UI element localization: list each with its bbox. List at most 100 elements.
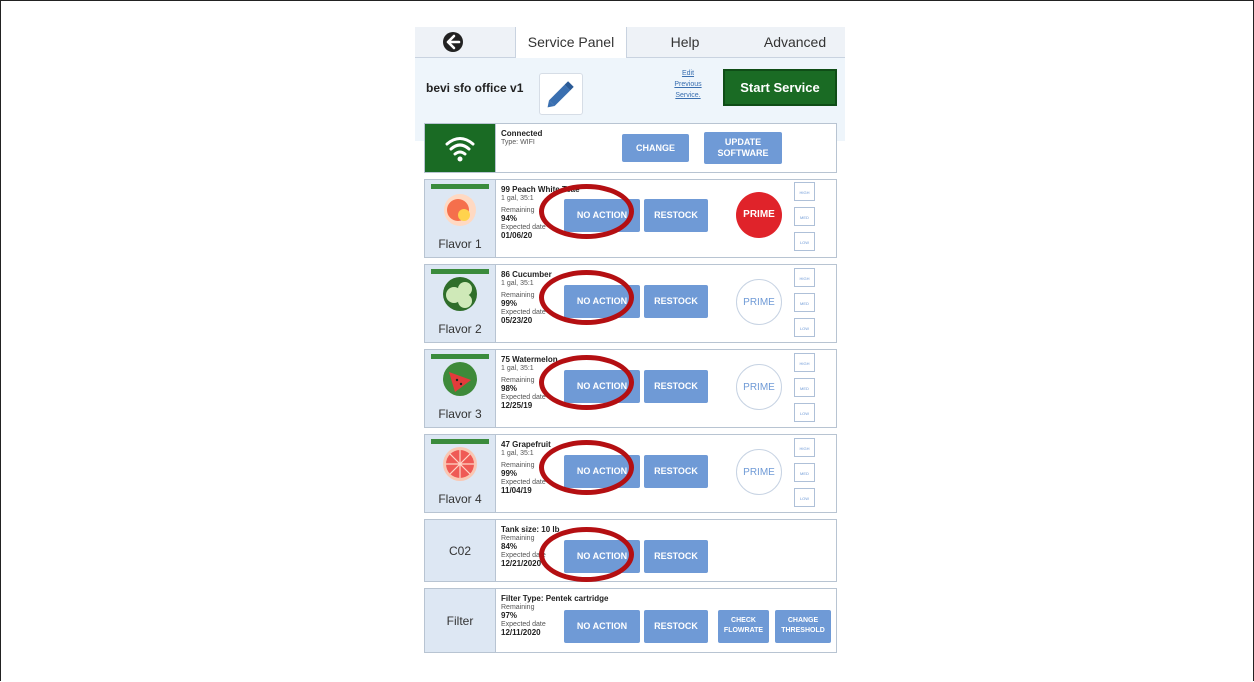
expected-date: 11/04/19 xyxy=(501,486,532,495)
flavor-ratio: 1 gal, 35:1 xyxy=(501,280,534,287)
flavor-image-cell: Flavor 1 xyxy=(425,180,496,257)
remaining-label: Remaining xyxy=(501,377,535,384)
peach-image xyxy=(444,194,476,226)
flavor-label: Flavor 4 xyxy=(438,492,482,506)
expected-date: 12/25/19 xyxy=(501,401,533,410)
wifi-cell xyxy=(425,124,496,172)
prime-button[interactable]: PRIME xyxy=(736,279,782,325)
prime-button[interactable]: PRIME xyxy=(736,192,782,238)
level-high-button[interactable]: HIGH xyxy=(794,268,815,287)
flavor-image-cell: Flavor 3 xyxy=(425,350,496,427)
level-med-button[interactable]: MED xyxy=(794,207,815,226)
restock-button[interactable]: RESTOCK xyxy=(644,370,708,403)
level-med-button[interactable]: MED xyxy=(794,378,815,397)
flavor-image-cell: Flavor 4 xyxy=(425,435,496,512)
edit-link-line: Service. xyxy=(675,92,701,99)
tab-service-panel[interactable]: Service Panel xyxy=(515,27,627,58)
level-low-button[interactable]: LOW xyxy=(794,232,815,251)
expected-label: Expected date xyxy=(501,621,546,628)
level-low-button[interactable]: LOW xyxy=(794,403,815,422)
prime-button[interactable]: PRIME xyxy=(736,449,782,495)
flavor-card: Flavor 4 47 Grapefruit 1 gal, 35:1 Remai… xyxy=(424,434,837,513)
edit-name-button[interactable] xyxy=(539,73,583,115)
flavor-name: 47 Grapefruit xyxy=(501,440,551,449)
flavor-name-suffix: e xyxy=(575,185,580,194)
flavor-label: Flavor 3 xyxy=(438,407,482,421)
restock-button[interactable]: RESTOCK xyxy=(644,610,708,643)
wifi-info: Connected Type: WIFI xyxy=(501,130,542,147)
no-action-button[interactable]: NO ACTION xyxy=(564,285,640,318)
watermelon-image xyxy=(443,362,477,396)
no-action-button[interactable]: NO ACTION xyxy=(564,455,640,488)
expected-label: Expected date xyxy=(501,309,546,316)
start-service-button[interactable]: Start Service xyxy=(723,69,837,106)
back-arrow-icon[interactable] xyxy=(442,31,464,53)
wifi-card: Connected Type: WIFI CHANGE UPDATE SOFTW… xyxy=(424,123,837,173)
tab-bar: Service Panel Help Advanced xyxy=(415,27,845,58)
no-action-button[interactable]: NO ACTION xyxy=(564,540,640,573)
flavor-ratio: 1 gal, 35:1 xyxy=(501,365,534,372)
remaining-label: Remaining xyxy=(501,292,535,299)
remaining-value: 84% xyxy=(501,542,518,551)
level-med-button[interactable]: MED xyxy=(794,463,815,482)
prime-button[interactable]: PRIME xyxy=(736,364,782,410)
level-low-button[interactable]: LOW xyxy=(794,488,815,507)
expected-date: 05/23/20 xyxy=(501,316,533,325)
restock-button[interactable]: RESTOCK xyxy=(644,199,708,232)
edit-link-line: Previous xyxy=(674,81,702,88)
flavor-ribbon xyxy=(431,184,489,189)
flavor-card: Flavor 3 75 Watermelon 1 gal, 35:1 Remai… xyxy=(424,349,837,428)
filter-cell: Filter xyxy=(425,589,496,652)
edit-previous-service-link[interactable]: Edit Previous Service. xyxy=(667,68,709,101)
tab-advanced[interactable]: Advanced xyxy=(755,27,835,57)
wifi-type: Type: WIFI xyxy=(501,139,535,146)
flavor-image-cell: Flavor 2 xyxy=(425,265,496,342)
flavor-name: 99 Peach White Tea xyxy=(501,185,576,194)
flavor-card: Flavor 2 86 Cucumber 1 gal, 35:1 Remaini… xyxy=(424,264,837,343)
flavor-ratio: 1 gal, 35:1 xyxy=(501,195,534,202)
filter-type: Filter Type: Pentek cartridge xyxy=(501,594,609,603)
tank-size: Tank size: 10 lb xyxy=(501,525,560,534)
restock-button[interactable]: RESTOCK xyxy=(644,285,708,318)
tab-help[interactable]: Help xyxy=(650,27,720,57)
flavor-ribbon xyxy=(431,354,489,359)
expected-label: Expected date xyxy=(501,394,546,401)
no-action-button[interactable]: NO ACTION xyxy=(564,199,640,232)
flavor-name: 86 Cucumber xyxy=(501,270,552,279)
level-high-button[interactable]: HIGH xyxy=(794,353,815,372)
remaining-value: 98% xyxy=(501,384,518,393)
no-action-button[interactable]: NO ACTION xyxy=(564,370,640,403)
change-threshold-button[interactable]: CHANGE THRESHOLD xyxy=(775,610,831,643)
check-label-line: FLOWRATE xyxy=(723,627,764,634)
flavor-label: Flavor 1 xyxy=(438,237,482,251)
threshold-label-line: THRESHOLD xyxy=(781,627,825,634)
no-action-button[interactable]: NO ACTION xyxy=(564,610,640,643)
threshold-label-line: CHANGE xyxy=(787,617,819,624)
level-med-button[interactable]: MED xyxy=(794,293,815,312)
remaining-value: 97% xyxy=(501,611,518,620)
flavor-label: Flavor 2 xyxy=(438,322,482,336)
level-high-button[interactable]: HIGH xyxy=(794,182,815,201)
expected-date: 12/11/2020 xyxy=(501,628,541,637)
cucumber-image xyxy=(443,277,477,311)
wifi-status: Connected xyxy=(501,129,543,138)
flavor-ratio: 1 gal, 35:1 xyxy=(501,450,534,457)
check-flowrate-button[interactable]: CHECK FLOWRATE xyxy=(718,610,769,643)
flavor-info: 75 Watermelon 1 gal, 35:1 Remaining 98% … xyxy=(501,356,558,411)
level-low-button[interactable]: LOW xyxy=(794,318,815,337)
co2-card: C02 Tank size: 10 lb Remaining 84% Expec… xyxy=(424,519,837,582)
update-software-button[interactable]: UPDATE SOFTWARE xyxy=(704,132,782,164)
flavor-name: 75 Watermelon xyxy=(501,355,558,364)
pencil-icon xyxy=(547,81,574,108)
remaining-label: Remaining xyxy=(501,207,535,214)
restock-button[interactable]: RESTOCK xyxy=(644,540,708,573)
filter-card: Filter Filter Type: Pentek cartridge Rem… xyxy=(424,588,837,653)
page-title: bevi sfo office v1 xyxy=(426,81,524,95)
grapefruit-image xyxy=(443,447,477,481)
level-high-button[interactable]: HIGH xyxy=(794,438,815,457)
flavor-card: Flavor 1 99 Peach White Teae 1 gal, 35:1… xyxy=(424,179,837,258)
remaining-value: 94% xyxy=(501,214,518,223)
change-button[interactable]: CHANGE xyxy=(622,134,689,162)
restock-button[interactable]: RESTOCK xyxy=(644,455,708,488)
wifi-icon xyxy=(445,137,475,162)
